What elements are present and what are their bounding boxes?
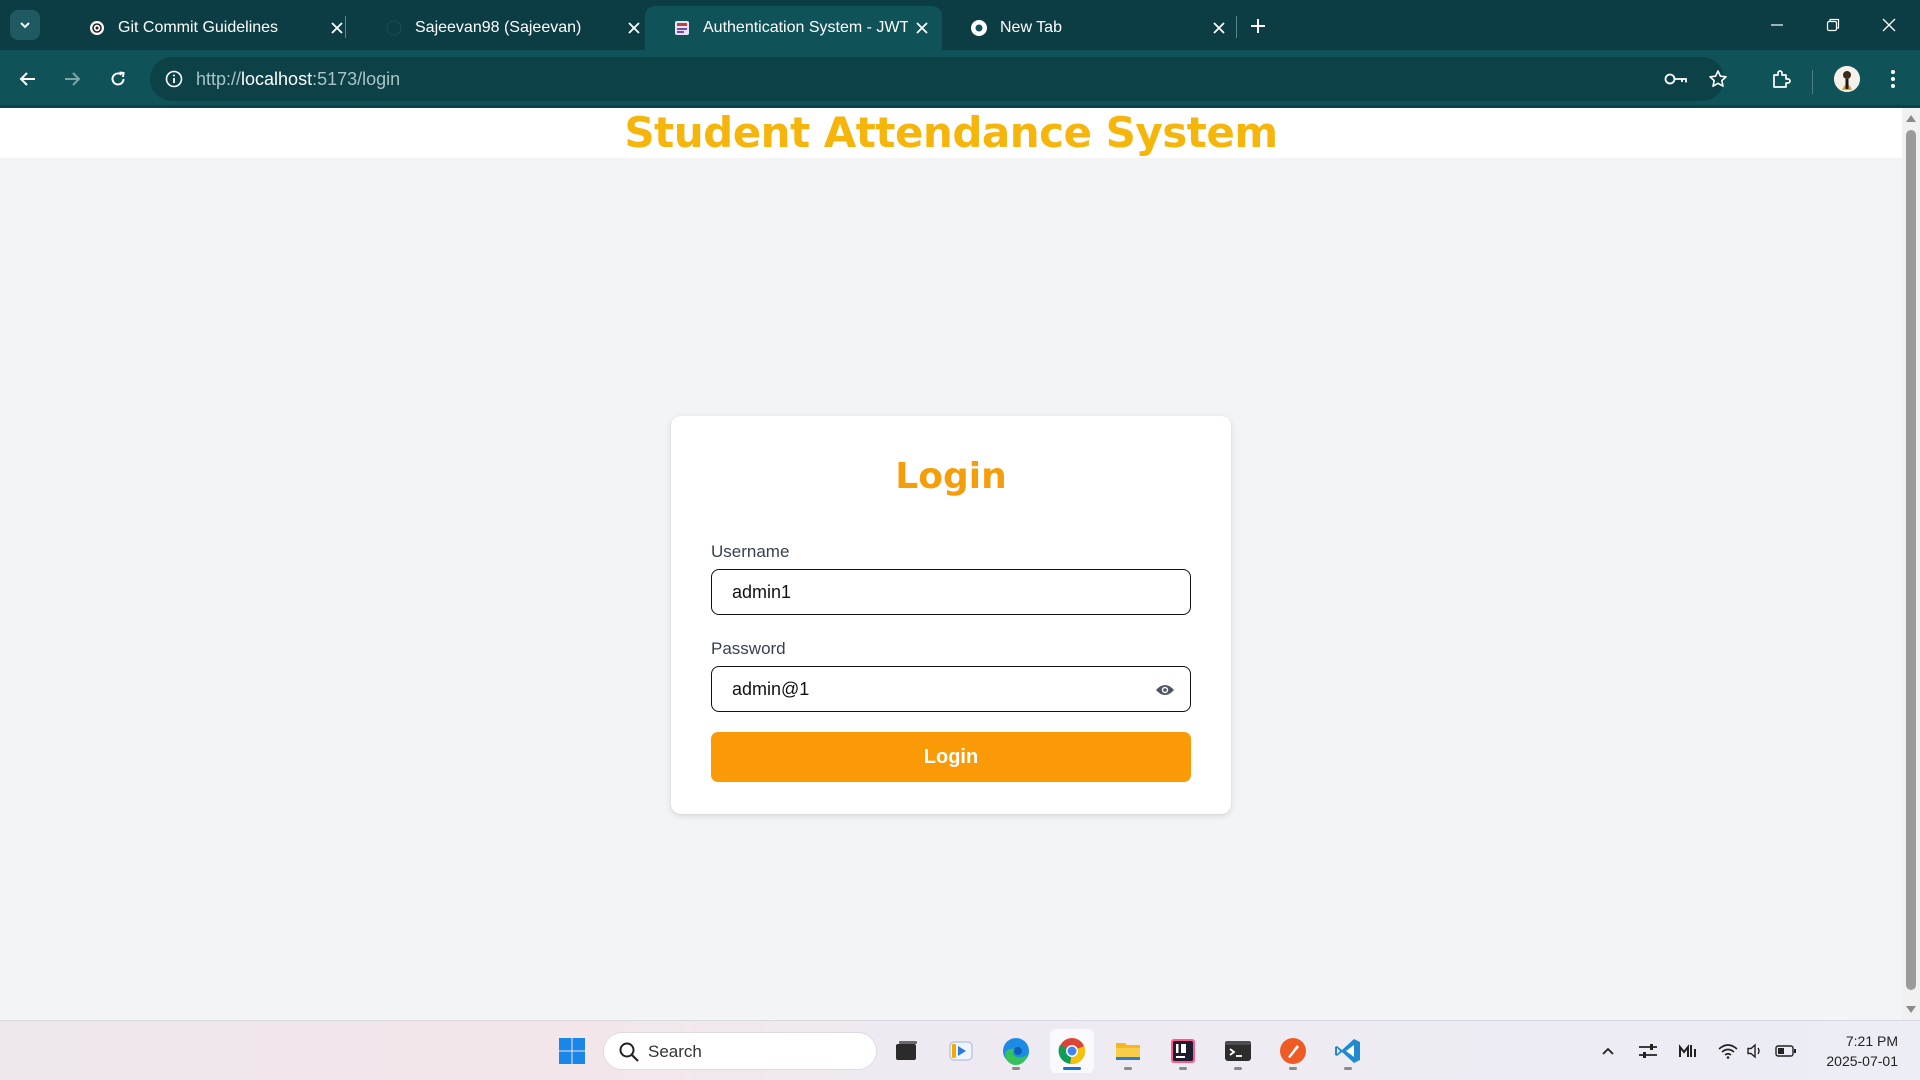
- star-icon[interactable]: [1706, 67, 1730, 91]
- password-label: Password: [711, 639, 786, 658]
- page-viewport: Student Attendance System Login Username…: [0, 108, 1902, 1020]
- minimize-button[interactable]: [1754, 10, 1800, 40]
- arrow-left-icon: [19, 72, 35, 86]
- login-card: Login Username admin1 Password admin@1 L…: [671, 416, 1231, 814]
- taskbar-search[interactable]: Search: [603, 1032, 877, 1070]
- tab-title: Sajeevan98 (Sajeevan): [415, 19, 582, 36]
- close-icon[interactable]: [620, 14, 648, 42]
- app-title: Student Attendance System: [624, 108, 1278, 157]
- username-value: admin1: [732, 582, 792, 602]
- github-icon: [385, 19, 403, 37]
- meter-icon[interactable]: [1676, 1039, 1700, 1063]
- restore-icon: [1826, 18, 1840, 32]
- window-close-button[interactable]: [1866, 10, 1912, 40]
- postman-icon: [1280, 1038, 1306, 1064]
- folder-icon: [1116, 1043, 1140, 1060]
- task-view-icon: [896, 1041, 917, 1060]
- tab-new-tab[interactable]: New Tab: [942, 6, 1239, 50]
- login-button[interactable]: Login: [711, 732, 1191, 782]
- close-icon[interactable]: [323, 14, 351, 42]
- taskbar-app-postman[interactable]: [1271, 1029, 1315, 1073]
- windows-icon: [559, 1038, 585, 1064]
- start-button[interactable]: [550, 1029, 594, 1073]
- reload-button[interactable]: [102, 63, 134, 95]
- password-value: admin@1: [732, 679, 810, 699]
- tab-title: Git Commit Guidelines: [118, 19, 279, 36]
- taskbar-app-clipchamp[interactable]: [939, 1029, 983, 1073]
- username-label: Username: [711, 542, 790, 561]
- volume-icon[interactable]: [1743, 1039, 1767, 1063]
- tab-title: Authentication System - JWT: [703, 19, 908, 36]
- forward-button[interactable]: [56, 63, 88, 95]
- search-placeholder: Search: [648, 1042, 702, 1061]
- sliders-icon[interactable]: [1636, 1039, 1660, 1063]
- taskbar-app-edge[interactable]: [994, 1029, 1038, 1073]
- address-bar[interactable]: http://localhost:5173/login: [150, 57, 1727, 101]
- intellij-icon: [1171, 1039, 1195, 1063]
- video-editor-icon: [949, 1041, 973, 1061]
- taskbar-app-vscode[interactable]: [1326, 1029, 1370, 1073]
- page-scrollbar[interactable]: [1902, 108, 1920, 1020]
- kebab-menu-icon: [1891, 70, 1895, 88]
- wifi-icon[interactable]: [1716, 1039, 1740, 1063]
- battery-icon[interactable]: [1774, 1039, 1798, 1063]
- info-icon[interactable]: [162, 67, 186, 91]
- scrollbar-thumb[interactable]: [1906, 130, 1916, 990]
- tab-auth-system[interactable]: Authentication System - JWT: [645, 6, 942, 50]
- edge-icon: [1003, 1038, 1029, 1066]
- vite-icon: [673, 19, 691, 37]
- tab-github-profile[interactable]: Sajeevan98 (Sajeevan): [357, 6, 654, 50]
- chevron-up-icon[interactable]: [1596, 1039, 1620, 1063]
- back-button[interactable]: [12, 63, 44, 95]
- chrome-icon: [970, 19, 988, 37]
- app-header: Student Attendance System: [0, 108, 1902, 158]
- chrome-icon: [1058, 1038, 1086, 1064]
- taskbar-app-terminal[interactable]: [1216, 1029, 1260, 1073]
- browser-toolbar: http://localhost:5173/login: [0, 50, 1920, 108]
- windows-taskbar: Search 7:21 PM 2025-07-01: [0, 1020, 1920, 1080]
- vscode-icon: [1335, 1039, 1360, 1063]
- taskbar-app-file-explorer[interactable]: [1106, 1029, 1150, 1073]
- username-field[interactable]: admin1: [711, 569, 1191, 615]
- url-text: http://localhost:5173/login: [196, 69, 401, 89]
- taskbar-app-chrome[interactable]: [1050, 1029, 1094, 1073]
- taskbar-app-intellij[interactable]: [1161, 1029, 1205, 1073]
- tab-git-commit[interactable]: Git Commit Guidelines: [60, 6, 357, 50]
- tab-strip: Git Commit Guidelines Sajeevan98 (Sajeev…: [0, 0, 1920, 50]
- login-heading: Login: [895, 456, 1007, 497]
- close-icon: [1882, 18, 1896, 32]
- new-tab-button[interactable]: [1244, 12, 1272, 40]
- password-field[interactable]: admin@1: [711, 666, 1191, 712]
- terminal-icon: [1225, 1041, 1251, 1061]
- restore-button[interactable]: [1810, 10, 1856, 40]
- scroll-down-icon[interactable]: [1906, 1005, 1916, 1015]
- openai-icon: [88, 19, 106, 37]
- clock-time: 7:21 PM: [1845, 1033, 1898, 1049]
- extensions-button[interactable]: [1765, 63, 1797, 95]
- key-icon[interactable]: [1664, 67, 1688, 91]
- reload-icon: [111, 71, 125, 86]
- clock-date: 2025-07-01: [1826, 1053, 1898, 1069]
- puzzle-icon: [1773, 70, 1791, 88]
- scroll-up-icon[interactable]: [1906, 113, 1916, 123]
- menu-button[interactable]: [1877, 63, 1909, 95]
- task-view-button[interactable]: [884, 1029, 928, 1073]
- chevron-down-icon: [20, 22, 30, 29]
- plus-icon: [1251, 19, 1265, 33]
- tab-title: New Tab: [1000, 19, 1062, 36]
- taskbar-clock[interactable]: 7:21 PM 2025-07-01: [1826, 1031, 1898, 1071]
- search-icon: [619, 1042, 639, 1062]
- profile-avatar[interactable]: [1834, 66, 1860, 92]
- close-icon[interactable]: [1205, 14, 1233, 42]
- tab-search-button[interactable]: [10, 10, 40, 40]
- close-icon[interactable]: [908, 14, 936, 42]
- minimize-icon: [1771, 24, 1783, 26]
- eye-icon[interactable]: [1154, 679, 1176, 701]
- arrow-right-icon: [65, 72, 81, 86]
